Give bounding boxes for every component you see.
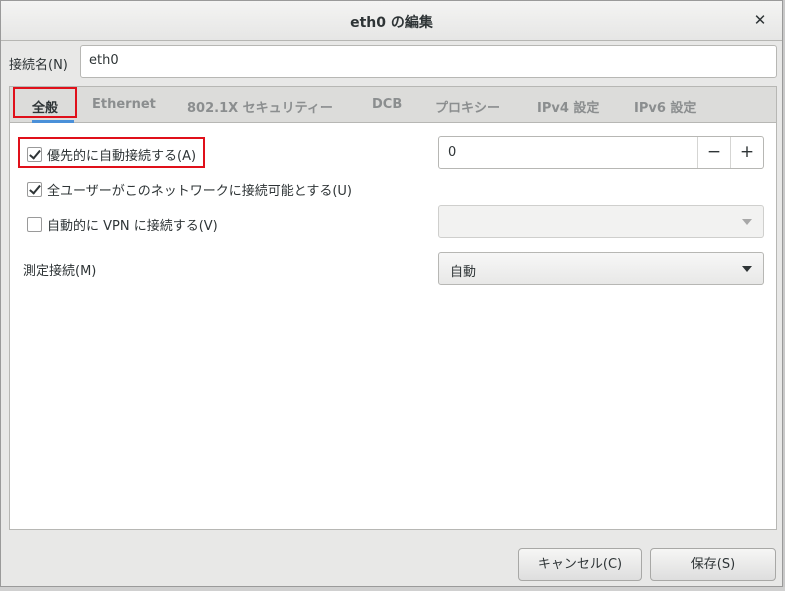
highlight-box-general-tab [13,87,77,118]
auto-vpn-checkbox[interactable]: 自動的に VPN に接続する(V) [27,215,218,234]
tab-dcb[interactable]: DCB [372,97,402,112]
tab-ethernet[interactable]: Ethernet [92,97,156,112]
connection-name-input[interactable]: eth0 [80,45,777,78]
chevron-down-icon [742,219,752,225]
close-icon[interactable]: ✕ [750,10,770,30]
auto-connect-checkbox[interactable]: 優先的に自動接続する(A) [27,145,196,164]
checkbox-checked-icon[interactable] [27,182,42,197]
all-users-label: 全ユーザーがこのネットワークに接続可能とする(U) [47,184,353,199]
vpn-combo [438,205,764,238]
metered-combo[interactable]: 自動 [438,252,764,285]
edit-connection-dialog: eth0 の編集 ✕ 接続名(N) eth0 全般 Ethernet 802.1… [0,0,783,587]
connection-name-label: 接続名(N) [9,58,68,73]
window-title: eth0 の編集 [350,15,433,31]
tab-8021x-security[interactable]: 802.1X セキュリティー [187,97,333,116]
increment-button[interactable]: + [730,137,763,168]
tab-proxy[interactable]: プロキシー [435,97,500,116]
metered-combo-value[interactable]: 自動 [450,261,476,280]
background-window-strip [0,587,785,591]
priority-value[interactable]: 0 [448,145,456,160]
metered-label: 測定接続(M) [23,264,97,279]
active-tab-indicator [32,120,74,123]
chevron-down-icon[interactable] [742,266,752,272]
checkbox-checked-icon[interactable] [27,147,42,162]
tab-bar: 全般 Ethernet 802.1X セキュリティー DCB プロキシー IPv… [10,87,776,123]
all-users-checkbox[interactable]: 全ユーザーがこのネットワークに接続可能とする(U) [27,180,352,199]
auto-connect-label: 優先的に自動接続する(A) [47,149,197,164]
tab-ipv4-settings[interactable]: IPv4 設定 [537,97,599,116]
priority-spinbutton[interactable]: 0 − + [438,136,764,169]
checkbox-unchecked-icon[interactable] [27,217,42,232]
auto-vpn-label: 自動的に VPN に接続する(V) [47,219,218,234]
save-button[interactable]: 保存(S) [650,548,776,581]
titlebar: eth0 の編集 ✕ [1,1,782,41]
decrement-button[interactable]: − [697,137,730,168]
tab-ipv6-settings[interactable]: IPv6 設定 [634,97,696,116]
cancel-button[interactable]: キャンセル(C) [518,548,642,581]
